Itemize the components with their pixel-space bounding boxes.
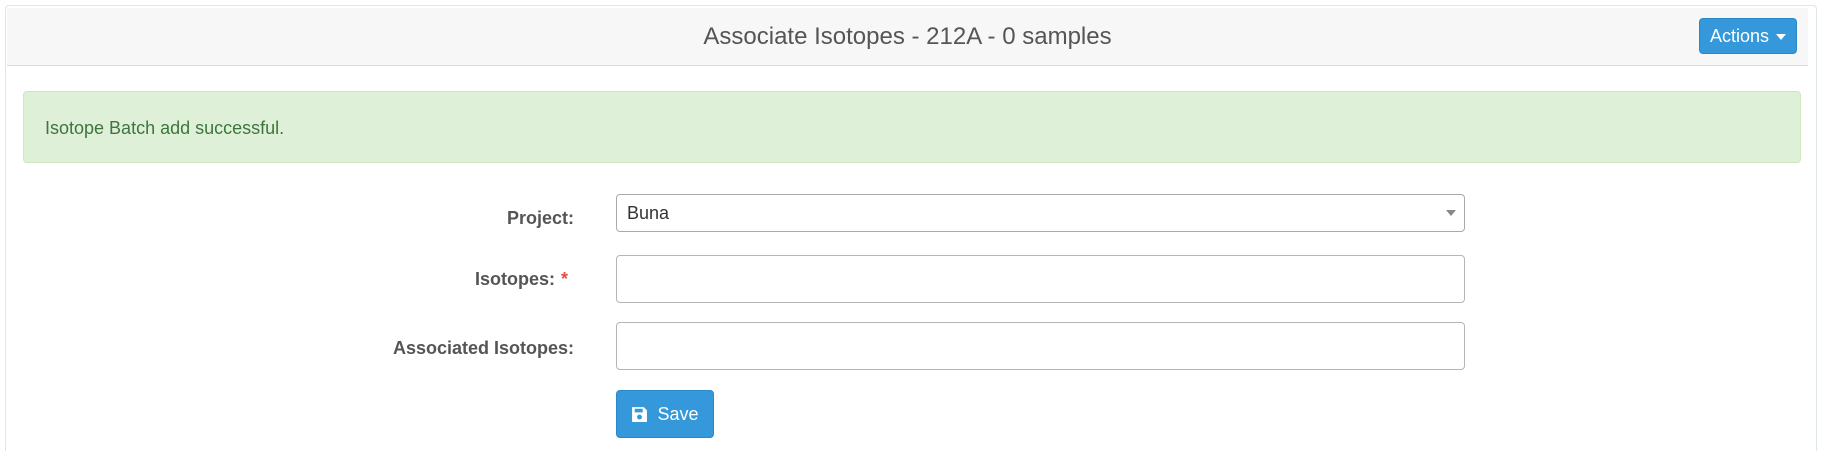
floppy-disk-icon (631, 406, 648, 423)
actions-button-label: Actions (1709, 25, 1770, 46)
caret-down-icon (1446, 210, 1456, 216)
associated-isotopes-label: Associated Isotopes: (392, 338, 574, 358)
alert-message: Isotope Batch add successful. (45, 118, 285, 138)
isotopes-label-text: Isotopes: (474, 269, 555, 289)
project-label: Project: (506, 208, 574, 228)
panel-header: Associate Isotopes - 212A - 0 samples Ac… (7, 8, 1808, 66)
project-select[interactable]: Buna (616, 194, 1465, 232)
project-selected-value: Buna (627, 203, 670, 223)
isotopes-label: Isotopes: * (475, 269, 568, 290)
required-marker: * (560, 269, 568, 289)
caret-down-icon (1776, 34, 1787, 40)
associated-isotopes-input[interactable] (616, 322, 1465, 370)
isotopes-input[interactable] (616, 255, 1465, 303)
actions-dropdown-button[interactable]: Actions (1699, 18, 1797, 54)
success-alert: Isotope Batch add successful. (23, 91, 1801, 163)
save-button-label: Save (657, 403, 699, 424)
save-button[interactable]: Save (616, 390, 714, 438)
page-title: Associate Isotopes - 212A - 0 samples (703, 23, 1112, 50)
